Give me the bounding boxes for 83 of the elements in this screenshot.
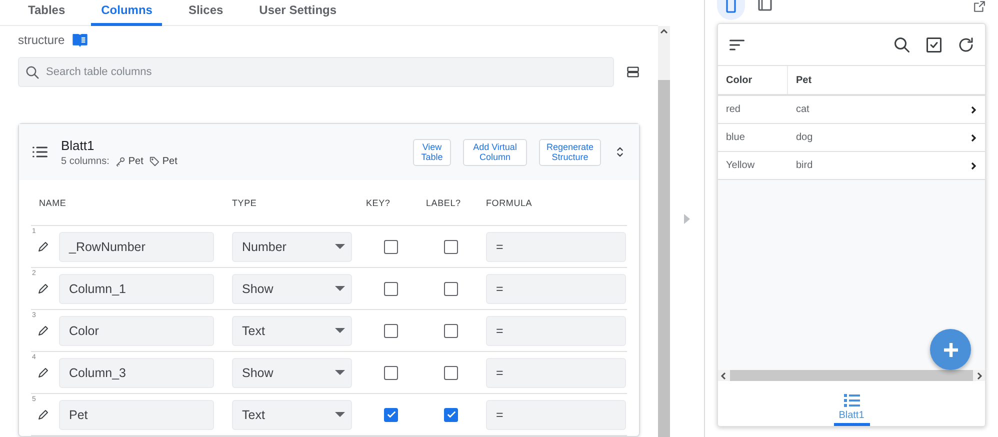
column-name-field[interactable]: Pet xyxy=(59,400,214,430)
key-checkbox[interactable] xyxy=(384,408,398,422)
type-dropdown[interactable]: Number xyxy=(232,232,352,262)
tab[interactable]: Tables xyxy=(18,0,76,26)
table-name: Blatt1 xyxy=(61,138,96,152)
preview-cell-text: red xyxy=(725,103,742,117)
column-header: TYPE xyxy=(232,198,258,208)
tab[interactable]: Slices xyxy=(178,0,234,26)
preview-cell-text: bird xyxy=(795,159,814,173)
structure-label: structure xyxy=(18,32,65,46)
type-dropdown[interactable]: Show xyxy=(232,358,352,388)
key-checkbox[interactable] xyxy=(384,324,398,338)
column-header: KEY? xyxy=(366,198,392,208)
formula-field[interactable]: = xyxy=(486,274,626,304)
tab[interactable]: User Settings xyxy=(249,0,347,26)
external-link-icon[interactable] xyxy=(973,0,986,13)
label-checkbox[interactable] xyxy=(444,366,458,380)
tab[interactable]: Columns xyxy=(91,0,162,26)
list-icon xyxy=(844,394,860,407)
preview-row[interactable]: blue dog xyxy=(718,124,985,152)
key-icon xyxy=(115,156,126,166)
column-header: FORMULA xyxy=(486,198,534,208)
device-toggle[interactable] xyxy=(717,0,745,20)
label-column: Pet xyxy=(162,156,178,166)
plus-icon xyxy=(942,342,958,358)
key-checkbox[interactable] xyxy=(384,366,398,380)
label-checkbox[interactable] xyxy=(444,324,458,338)
header-button[interactable]: Regenerate Structure xyxy=(539,138,601,166)
label-checkbox[interactable] xyxy=(444,240,458,254)
preview-column-header: Color xyxy=(718,66,788,94)
label-checkbox[interactable] xyxy=(444,408,458,422)
chevron-right-icon xyxy=(971,134,977,142)
type-dropdown[interactable]: Text xyxy=(232,316,352,346)
pencil-icon[interactable] xyxy=(37,324,49,336)
column-count: 5 columns: xyxy=(61,156,110,166)
formula-field[interactable]: = xyxy=(486,358,626,388)
chevron-right-icon xyxy=(971,106,977,114)
search-icon xyxy=(25,65,40,80)
column-name-field[interactable]: Column_3 xyxy=(59,358,214,388)
header-button[interactable]: Add Virtual Column xyxy=(463,138,527,166)
refresh-icon[interactable] xyxy=(957,36,975,54)
search-field[interactable]: Search table columns xyxy=(18,57,614,87)
tag-icon xyxy=(149,156,160,166)
formula-field[interactable]: = xyxy=(486,232,626,262)
preview-cell-text: dog xyxy=(795,131,814,145)
book-icon[interactable] xyxy=(70,32,89,48)
pencil-icon[interactable] xyxy=(37,282,49,294)
dropdown-caret-icon xyxy=(335,286,345,291)
view-toggle-icon[interactable] xyxy=(626,65,640,79)
phone-icon xyxy=(726,0,736,14)
column-header: LABEL? xyxy=(426,198,462,208)
dropdown-caret-icon xyxy=(335,370,345,375)
label-checkbox[interactable] xyxy=(444,282,458,296)
scrollbar-thumb[interactable] xyxy=(730,370,973,381)
header-button[interactable]: View Table xyxy=(413,138,451,166)
dropdown-caret-icon xyxy=(335,412,345,417)
scroll-up-icon[interactable] xyxy=(658,26,670,36)
chevron-right-icon xyxy=(971,162,977,170)
pencil-icon[interactable] xyxy=(37,240,49,252)
preview-cell-text: cat xyxy=(795,103,810,117)
dropdown-caret-icon xyxy=(335,328,345,333)
checkbox-icon[interactable] xyxy=(925,36,943,54)
formula-field[interactable]: = xyxy=(486,400,626,430)
type-dropdown[interactable]: Text xyxy=(232,400,352,430)
key-checkbox[interactable] xyxy=(384,282,398,296)
key-checkbox[interactable] xyxy=(384,240,398,254)
pencil-icon[interactable] xyxy=(37,366,49,378)
type-dropdown[interactable]: Show xyxy=(232,274,352,304)
search-icon[interactable] xyxy=(893,36,911,54)
pencil-icon[interactable] xyxy=(37,408,49,420)
scrollbar-thumb[interactable] xyxy=(658,80,670,437)
dropdown-caret-icon xyxy=(335,244,345,249)
column-name-field[interactable]: Column_1 xyxy=(59,274,214,304)
preview-column-header: Pet xyxy=(795,74,813,88)
preview-cell-text: Yellow xyxy=(725,159,756,173)
column-name-field[interactable]: Color xyxy=(59,316,214,346)
column-name-field[interactable]: _RowNumber xyxy=(59,232,214,262)
preview-cell-text: blue xyxy=(725,131,746,145)
formula-field[interactable]: = xyxy=(486,316,626,346)
tablet-icon xyxy=(758,0,772,12)
preview-row[interactable]: red cat xyxy=(718,96,985,124)
column-header: NAME xyxy=(38,198,68,208)
key-column: Pet xyxy=(128,156,144,166)
